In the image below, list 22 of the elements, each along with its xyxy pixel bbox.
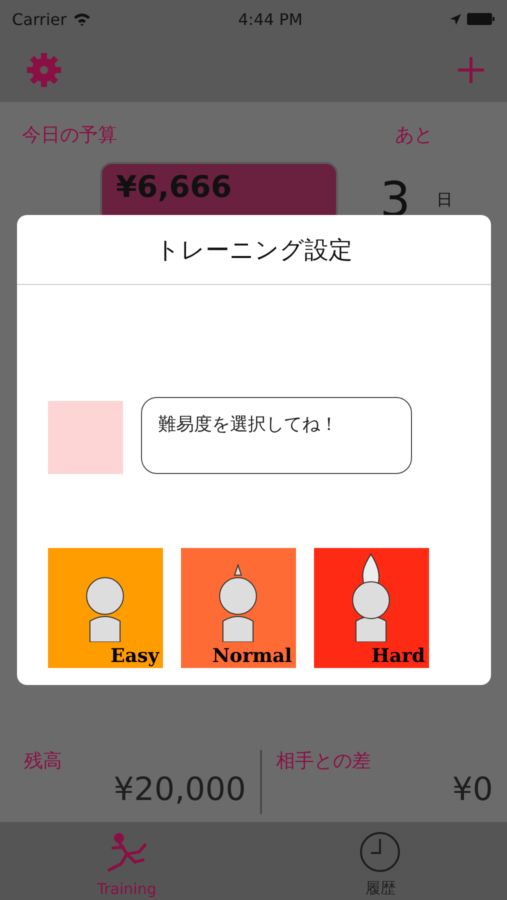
speech-bubble: 難易度を選択してね！ bbox=[141, 397, 412, 474]
budget-amount: ¥6,666 bbox=[116, 170, 232, 205]
location-arrow-icon bbox=[450, 14, 461, 24]
remaining-label: あと bbox=[395, 123, 433, 148]
wifi-icon bbox=[72, 12, 91, 26]
difference-label: 相手との差 bbox=[276, 749, 372, 774]
carrier-label: Carrier bbox=[12, 10, 67, 28]
balance-value: ¥20,000 bbox=[114, 770, 246, 808]
difficulty-button[interactable]: Normal bbox=[181, 548, 296, 668]
difference-value: ¥0 bbox=[452, 770, 493, 808]
add-icon[interactable] bbox=[457, 56, 485, 84]
balance-label: 残高 bbox=[24, 749, 63, 774]
difficulty-button[interactable]: Easy bbox=[48, 548, 163, 668]
days-unit: 日 bbox=[436, 190, 453, 211]
dialog-title: トレーニング設定 bbox=[17, 215, 491, 285]
clock-icon bbox=[359, 831, 402, 873]
runner-icon bbox=[104, 832, 149, 874]
clock-time: 4:44 PM bbox=[238, 10, 303, 28]
budget-label: 今日の予算 bbox=[22, 123, 117, 148]
battery-icon bbox=[467, 13, 495, 25]
settings-icon[interactable] bbox=[26, 52, 62, 88]
difficulty-button[interactable]: Hard bbox=[314, 548, 429, 668]
